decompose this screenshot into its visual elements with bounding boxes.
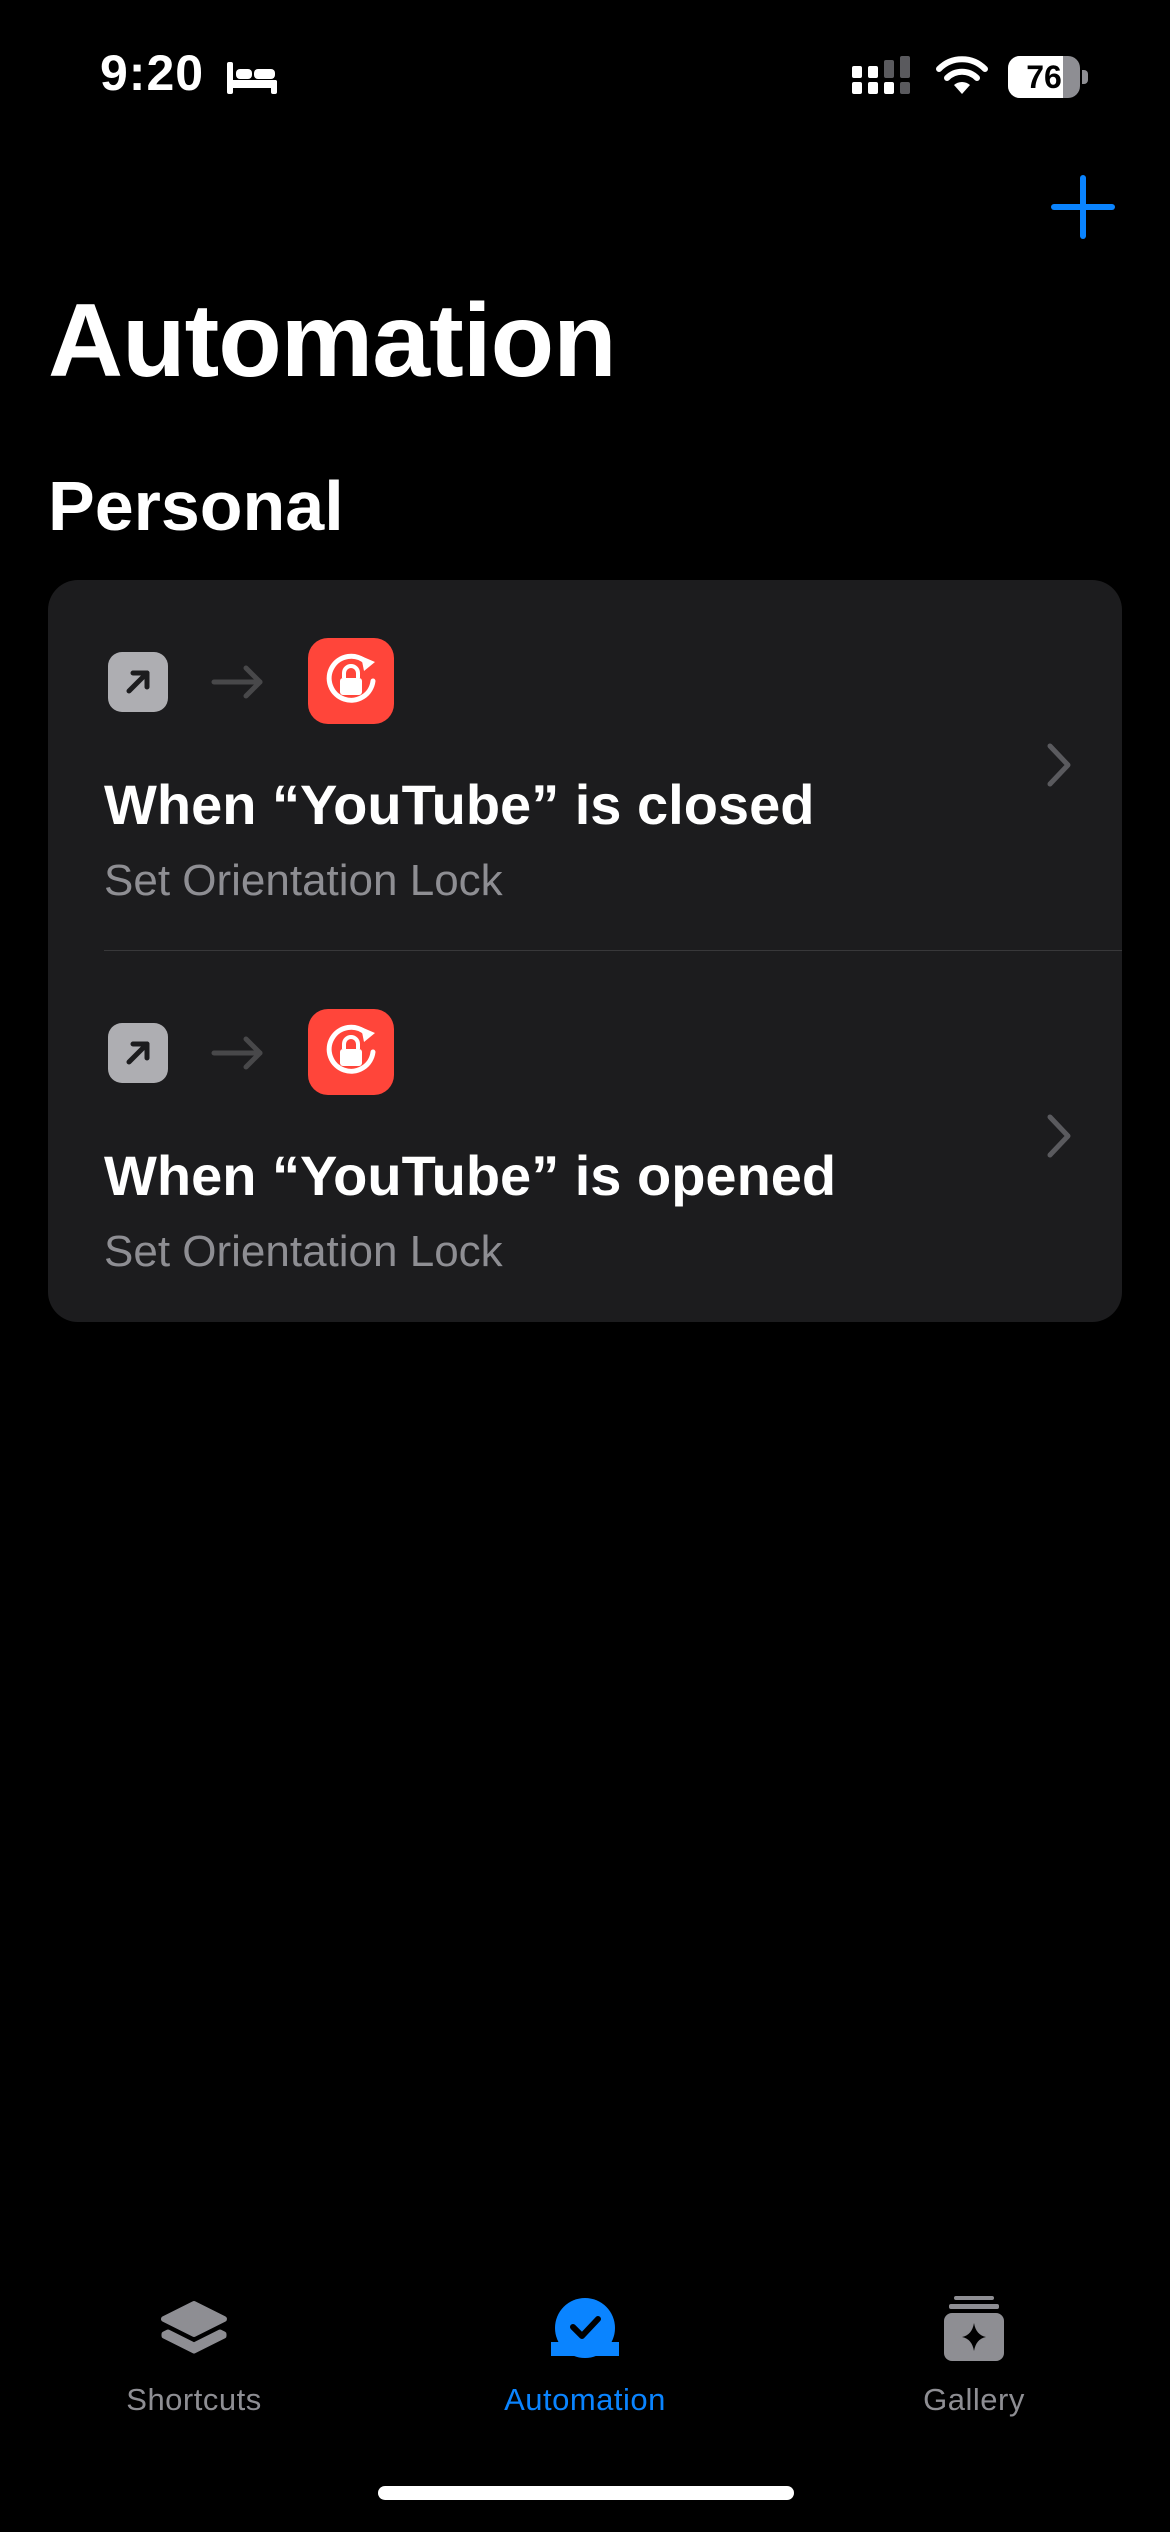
status-time: 9:20 (100, 45, 205, 101)
automation-row[interactable]: When “YouTube” is closed Set Orientation… (48, 580, 1122, 951)
checkmark-circle-icon (551, 2298, 619, 2358)
tab-label: Gallery (923, 2382, 1025, 2417)
wifi-icon (936, 56, 988, 94)
app-arrow-icon (108, 1023, 168, 1083)
layers-icon (161, 2301, 227, 2354)
tab-gallery[interactable]: Gallery (824, 2280, 1124, 2420)
battery-tip (1082, 70, 1088, 84)
app-arrow-icon (108, 652, 168, 712)
bed-icon (227, 62, 277, 94)
tab-automation[interactable]: Automation (435, 2280, 735, 2420)
battery-indicator: 76 (1008, 56, 1088, 98)
orientation-lock-icon (308, 1009, 394, 1095)
automation-list: When “YouTube” is closed Set Orientation… (48, 580, 1122, 1322)
chevron-right-icon (1047, 743, 1071, 787)
sparkle-gallery-icon (944, 2296, 1004, 2361)
plus-icon (1051, 175, 1115, 239)
automation-subtitle: Set Orientation Lock (104, 856, 503, 905)
automation-subtitle: Set Orientation Lock (104, 1227, 503, 1276)
tab-label: Shortcuts (126, 2382, 262, 2417)
battery-level: 76 (1026, 59, 1062, 95)
tab-shortcuts[interactable]: Shortcuts (44, 2280, 344, 2420)
chevron-right-icon (1047, 1114, 1071, 1158)
tab-label: Automation (504, 2382, 666, 2417)
orientation-lock-icon (308, 638, 394, 724)
status-bar: 9:20 76 (0, 0, 1170, 150)
page-title: Automation (48, 283, 617, 399)
cellular-signal-icon (852, 56, 910, 94)
automation-row[interactable]: When “YouTube” is opened Set Orientation… (48, 951, 1122, 1321)
automation-title: When “YouTube” is opened (104, 1144, 837, 1207)
home-indicator[interactable] (378, 2486, 794, 2500)
automation-title: When “YouTube” is closed (104, 773, 815, 836)
arrow-right-icon (211, 665, 263, 699)
arrow-right-icon (211, 1036, 263, 1070)
add-automation-button[interactable] (1048, 172, 1118, 242)
section-title: Personal (48, 467, 344, 545)
